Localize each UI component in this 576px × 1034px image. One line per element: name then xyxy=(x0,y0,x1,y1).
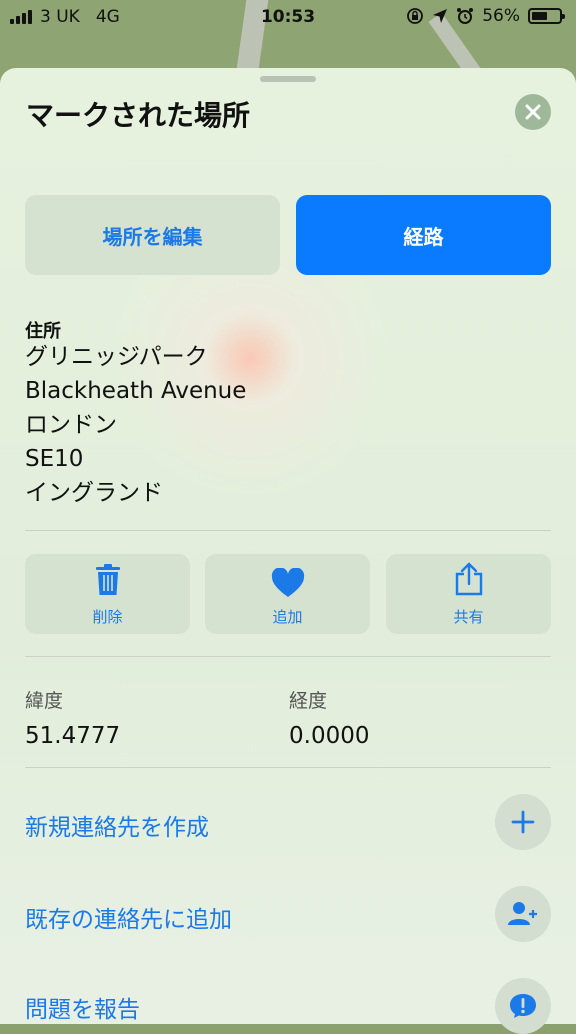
report-icon xyxy=(510,994,536,1018)
report-issue-button[interactable] xyxy=(495,978,551,1034)
sheet-grabber[interactable] xyxy=(260,76,316,82)
longitude-value: 0.0000 xyxy=(289,723,370,749)
location-arrow-icon xyxy=(433,9,448,23)
divider xyxy=(25,530,551,531)
divider xyxy=(25,767,551,768)
create-contact-button[interactable] xyxy=(495,794,551,850)
address-block: グリニッジパーク Blackheath Avenue ロンドン SE10 イング… xyxy=(25,340,246,510)
directions-button[interactable]: 経路 xyxy=(296,195,551,275)
address-line: グリニッジパーク xyxy=(25,344,208,370)
delete-label: 削除 xyxy=(92,608,123,626)
favorite-button[interactable]: 追加 xyxy=(205,554,370,634)
status-right: 56% xyxy=(406,6,565,26)
favorite-label: 追加 xyxy=(272,608,303,626)
create-contact-link[interactable]: 新規連絡先を作成 xyxy=(25,808,209,842)
longitude-label: 経度 xyxy=(289,690,328,712)
delete-button[interactable]: 削除 xyxy=(25,554,190,634)
battery-fill xyxy=(532,12,547,20)
add-to-contact-link[interactable]: 既存の連絡先に追加 xyxy=(25,900,232,934)
heart-icon xyxy=(271,568,304,597)
battery-icon xyxy=(528,8,565,24)
sheet-title: マークされた場所 xyxy=(26,99,251,132)
share-label: 共有 xyxy=(453,608,484,626)
status-bar: 3 UK 4G 10:53 56% xyxy=(0,0,576,34)
add-contact-icon xyxy=(508,902,537,925)
address-line: イングランド xyxy=(25,480,163,506)
orientation-lock-icon xyxy=(407,8,424,24)
battery-percent: 56% xyxy=(482,6,520,26)
trash-icon xyxy=(95,564,120,595)
share-button[interactable]: 共有 xyxy=(386,554,551,634)
add-to-contact-button[interactable] xyxy=(495,886,551,942)
divider xyxy=(25,656,551,657)
address-line: ロンドン xyxy=(25,412,117,438)
share-icon xyxy=(455,562,482,596)
place-card-sheet: マークされた場所 場所を編集 経路 住所 グリニッジパーク Blackheath… xyxy=(0,68,576,1034)
latitude-label: 緯度 xyxy=(25,690,64,712)
edit-place-button[interactable]: 場所を編集 xyxy=(25,195,280,275)
alarm-icon xyxy=(457,8,474,24)
plus-icon xyxy=(511,810,535,834)
address-line: Blackheath Avenue xyxy=(25,378,247,404)
close-button[interactable] xyxy=(515,94,551,130)
close-icon xyxy=(525,104,541,120)
latitude-value: 51.4777 xyxy=(25,723,121,749)
address-line: SE10 xyxy=(25,446,84,472)
report-issue-link[interactable]: 問題を報告 xyxy=(25,990,140,1024)
